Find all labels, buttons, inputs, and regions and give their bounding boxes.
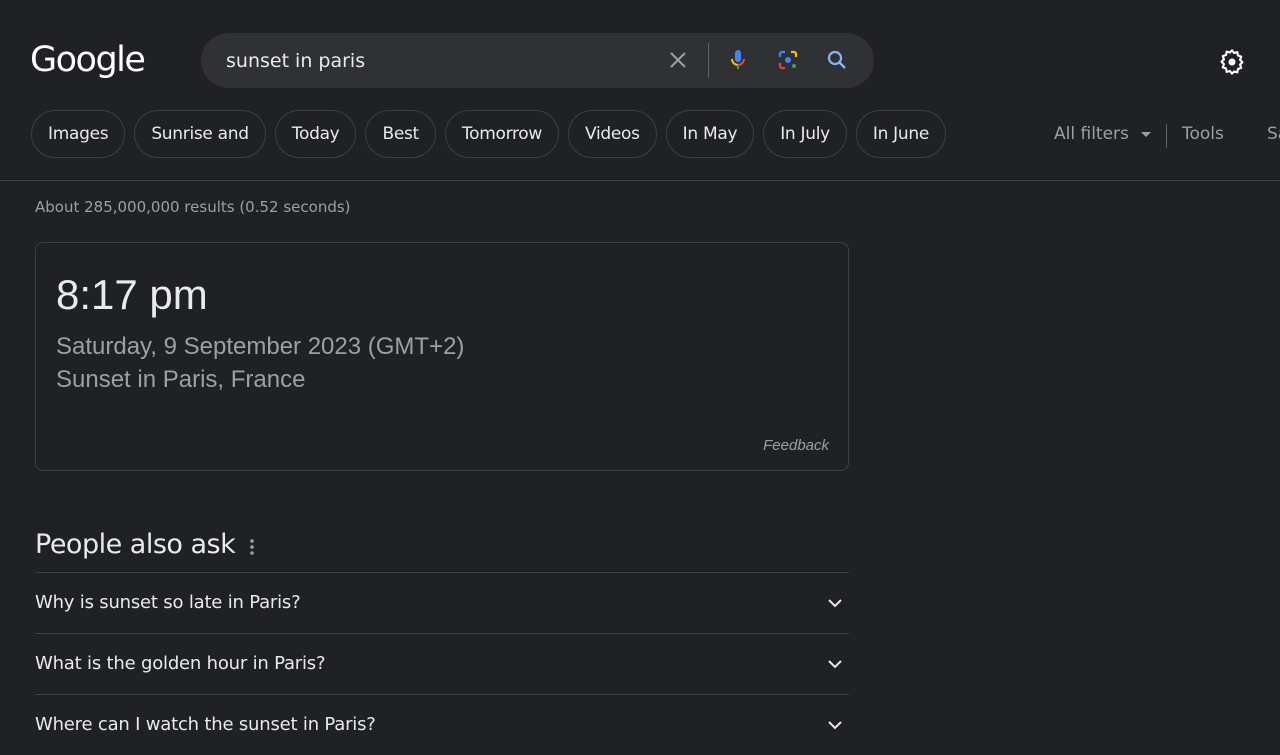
paa-question-text: Where can I watch the sunset in Paris? — [35, 714, 376, 735]
chevron-down-icon[interactable] — [827, 717, 843, 733]
people-also-ask-list: Why is sunset so late in Paris? What is … — [35, 572, 849, 755]
sunset-date: Saturday, 9 September 2023 (GMT+2) — [56, 333, 465, 360]
lens-icon[interactable] — [776, 48, 800, 72]
search-box[interactable]: sunset in paris — [201, 33, 874, 88]
chevron-down-icon[interactable] — [827, 595, 843, 611]
tools-button[interactable]: Tools — [1182, 124, 1224, 144]
chip-videos[interactable]: Videos — [567, 110, 657, 158]
chip-today[interactable]: Today — [274, 110, 357, 158]
all-filters-label: All filters — [1054, 124, 1129, 144]
chip-tomorrow[interactable]: Tomorrow — [444, 110, 559, 158]
sunset-answer-card: 8:17 pm Saturday, 9 September 2023 (GMT+… — [35, 242, 849, 471]
chip-in-june[interactable]: In June — [855, 110, 947, 158]
paa-question[interactable]: Where can I watch the sunset in Paris? — [35, 694, 849, 755]
chip-in-may[interactable]: In May — [665, 110, 755, 158]
safesearch-button[interactable]: Sa — [1267, 124, 1280, 144]
people-also-ask-title: People also ask — [35, 529, 236, 560]
search-input[interactable]: sunset in paris — [226, 50, 365, 72]
chip-sunrise-and[interactable]: Sunrise and — [134, 110, 266, 158]
search-divider — [708, 43, 709, 78]
paa-question-text: What is the golden hour in Paris? — [35, 653, 326, 674]
filters-divider — [1166, 124, 1167, 148]
result-stats: About 285,000,000 results (0.52 seconds) — [35, 198, 351, 216]
header-divider — [0, 180, 1280, 181]
sunset-place: Sunset in Paris, France — [56, 366, 306, 393]
paa-question[interactable]: What is the golden hour in Paris? — [35, 633, 849, 694]
gear-icon[interactable] — [1218, 48, 1246, 76]
chevron-down-icon[interactable] — [827, 656, 843, 672]
chip-in-july[interactable]: In July — [763, 110, 847, 158]
mic-icon[interactable] — [726, 48, 750, 72]
close-icon[interactable] — [666, 48, 690, 72]
chip-images[interactable]: Images — [31, 110, 126, 158]
chip-best[interactable]: Best — [365, 110, 436, 158]
feedback-link[interactable]: Feedback — [763, 437, 829, 454]
filter-chips: Images Sunrise and Today Best Tomorrow V… — [31, 110, 947, 160]
sunset-time: 8:17 pm — [56, 271, 208, 318]
caret-down-icon — [1140, 131, 1151, 137]
more-options-icon[interactable] — [246, 537, 258, 557]
paa-question[interactable]: Why is sunset so late in Paris? — [35, 572, 849, 633]
search-icon[interactable] — [825, 48, 849, 72]
paa-question-text: Why is sunset so late in Paris? — [35, 592, 301, 613]
all-filters-button[interactable]: All filters — [1054, 124, 1151, 144]
google-logo[interactable]: Google — [30, 40, 146, 80]
